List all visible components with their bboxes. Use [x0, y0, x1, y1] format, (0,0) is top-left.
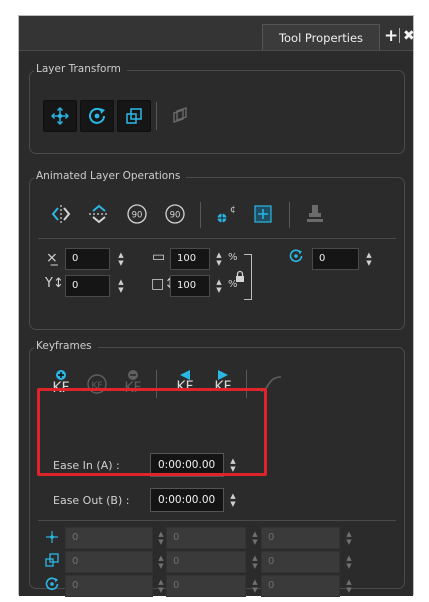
rotation-angle-spinner[interactable]: ▲ ▼	[364, 248, 374, 270]
rotation-angle-field[interactable]: 0	[312, 248, 359, 270]
rotation-spinner-1: ▲ ▼	[158, 578, 164, 594]
flip-vertical-icon	[89, 204, 109, 224]
position-path-icon	[44, 529, 60, 549]
tool-properties-window: Tool Properties + ✖ Layer Transform Anim…	[18, 15, 415, 597]
width-field[interactable]: 100	[170, 248, 210, 270]
rotation-angle-icon	[288, 248, 304, 268]
add-view-icon[interactable]: +	[384, 26, 398, 46]
flip-horizontal-icon	[51, 205, 71, 223]
ease-out-field[interactable]: 0:00:00.00	[150, 488, 224, 512]
animated-layer-operations-title: Animated Layer Operations	[34, 170, 187, 182]
tab-tool-properties[interactable]: Tool Properties	[262, 24, 380, 50]
scale-value-1: 0	[65, 551, 153, 573]
ease-out-spinner[interactable]: ▲ ▼	[228, 488, 238, 512]
reset-transform-button[interactable]	[246, 198, 280, 230]
rotate-cw-90-button[interactable]: 90	[158, 198, 192, 230]
translate-tool-button[interactable]	[43, 100, 77, 132]
rotation-path-icon	[44, 576, 60, 596]
position-spinner-3: ▲ ▼	[346, 530, 352, 546]
layer-transform-title: Layer Transform	[34, 63, 127, 75]
panel-body: Layer Transform Animated Layer Operation…	[19, 50, 413, 597]
skew-tool-button[interactable]	[162, 100, 196, 132]
scale-tool-button[interactable]	[117, 100, 151, 132]
stamp-button[interactable]	[298, 198, 332, 230]
rotation-spinner-3: ▲ ▼	[346, 578, 352, 594]
height-percent-label: %	[228, 279, 238, 290]
position-value-3: 0	[261, 527, 340, 549]
position-spinner-2: ▲ ▼	[252, 530, 258, 546]
stamp-icon	[307, 205, 323, 222]
pivot-icon: ¢	[217, 205, 236, 223]
keyframes-title: Keyframes	[34, 340, 98, 352]
scale-spinner-1: ▲ ▼	[158, 554, 164, 570]
width-icon: ▭	[152, 249, 166, 265]
ease-out-label: Ease Out (B) :	[53, 494, 130, 507]
y-position-spinner[interactable]: ▲ ▼	[116, 275, 126, 297]
reset-transform-icon	[254, 205, 272, 223]
scale-value-3: 0	[261, 551, 340, 573]
rotation-value-1: 0	[65, 575, 153, 597]
lock-proportions-bracket	[244, 254, 252, 300]
svg-text:90: 90	[132, 211, 143, 221]
position-value-2: 0	[166, 527, 246, 549]
skew-icon	[173, 107, 187, 123]
layer-transform-section: Layer Transform	[29, 63, 405, 154]
scale-path-icon	[44, 552, 60, 572]
y-position-icon: Y↕	[45, 276, 64, 291]
rotation-spinner-2: ▲ ▼	[252, 578, 258, 594]
close-view-icon[interactable]: ✖	[403, 26, 415, 46]
height-spinner[interactable]: ▲ ▼	[214, 275, 224, 297]
rotate-icon	[89, 107, 105, 124]
tab-divider	[399, 28, 400, 43]
flip-vertical-button[interactable]	[82, 198, 116, 230]
tab-bar: Tool Properties + ✖	[19, 16, 415, 50]
keyframes-separator	[38, 520, 396, 521]
y-position-field[interactable]: 0	[65, 275, 110, 297]
width-spinner[interactable]: ▲ ▼	[214, 248, 224, 270]
scale-spinner-3: ▲ ▼	[346, 554, 352, 570]
animated-layer-operations-section: Animated Layer Operations 90 90 ¢ ⨯̲ 0 ▲…	[29, 170, 405, 330]
ops-divider-2	[289, 202, 290, 228]
rotate-tool-button[interactable]	[80, 100, 114, 132]
height-field[interactable]: 100	[170, 275, 210, 297]
ops-divider-1	[200, 202, 201, 228]
reset-pivot-button[interactable]: ¢	[208, 198, 242, 230]
x-position-spinner[interactable]: ▲ ▼	[116, 248, 126, 270]
svg-text:¢: ¢	[230, 205, 236, 215]
svg-text:90: 90	[170, 211, 181, 221]
rotate-ccw-90-button[interactable]: 90	[120, 198, 154, 230]
x-position-field[interactable]: 0	[65, 248, 110, 270]
position-spinner-1: ▲ ▼	[158, 530, 164, 546]
scale-icon	[126, 108, 142, 124]
scale-value-2: 0	[166, 551, 246, 573]
ops-separator	[38, 238, 396, 239]
ease-fields-highlight	[37, 388, 267, 476]
scale-spinner-2: ▲ ▼	[252, 554, 258, 570]
x-position-icon: ⨯̲	[46, 250, 58, 266]
toolbar-divider	[156, 102, 157, 130]
translate-icon	[51, 107, 69, 125]
rotate-cw-90-icon: 90	[165, 204, 185, 224]
flip-horizontal-button[interactable]	[44, 198, 78, 230]
position-value-1: 0	[65, 527, 153, 549]
width-percent-label: %	[228, 252, 238, 263]
rotation-value-3: 0	[261, 575, 340, 597]
rotation-value-2: 0	[166, 575, 246, 597]
rotate-ccw-90-icon: 90	[127, 204, 147, 224]
